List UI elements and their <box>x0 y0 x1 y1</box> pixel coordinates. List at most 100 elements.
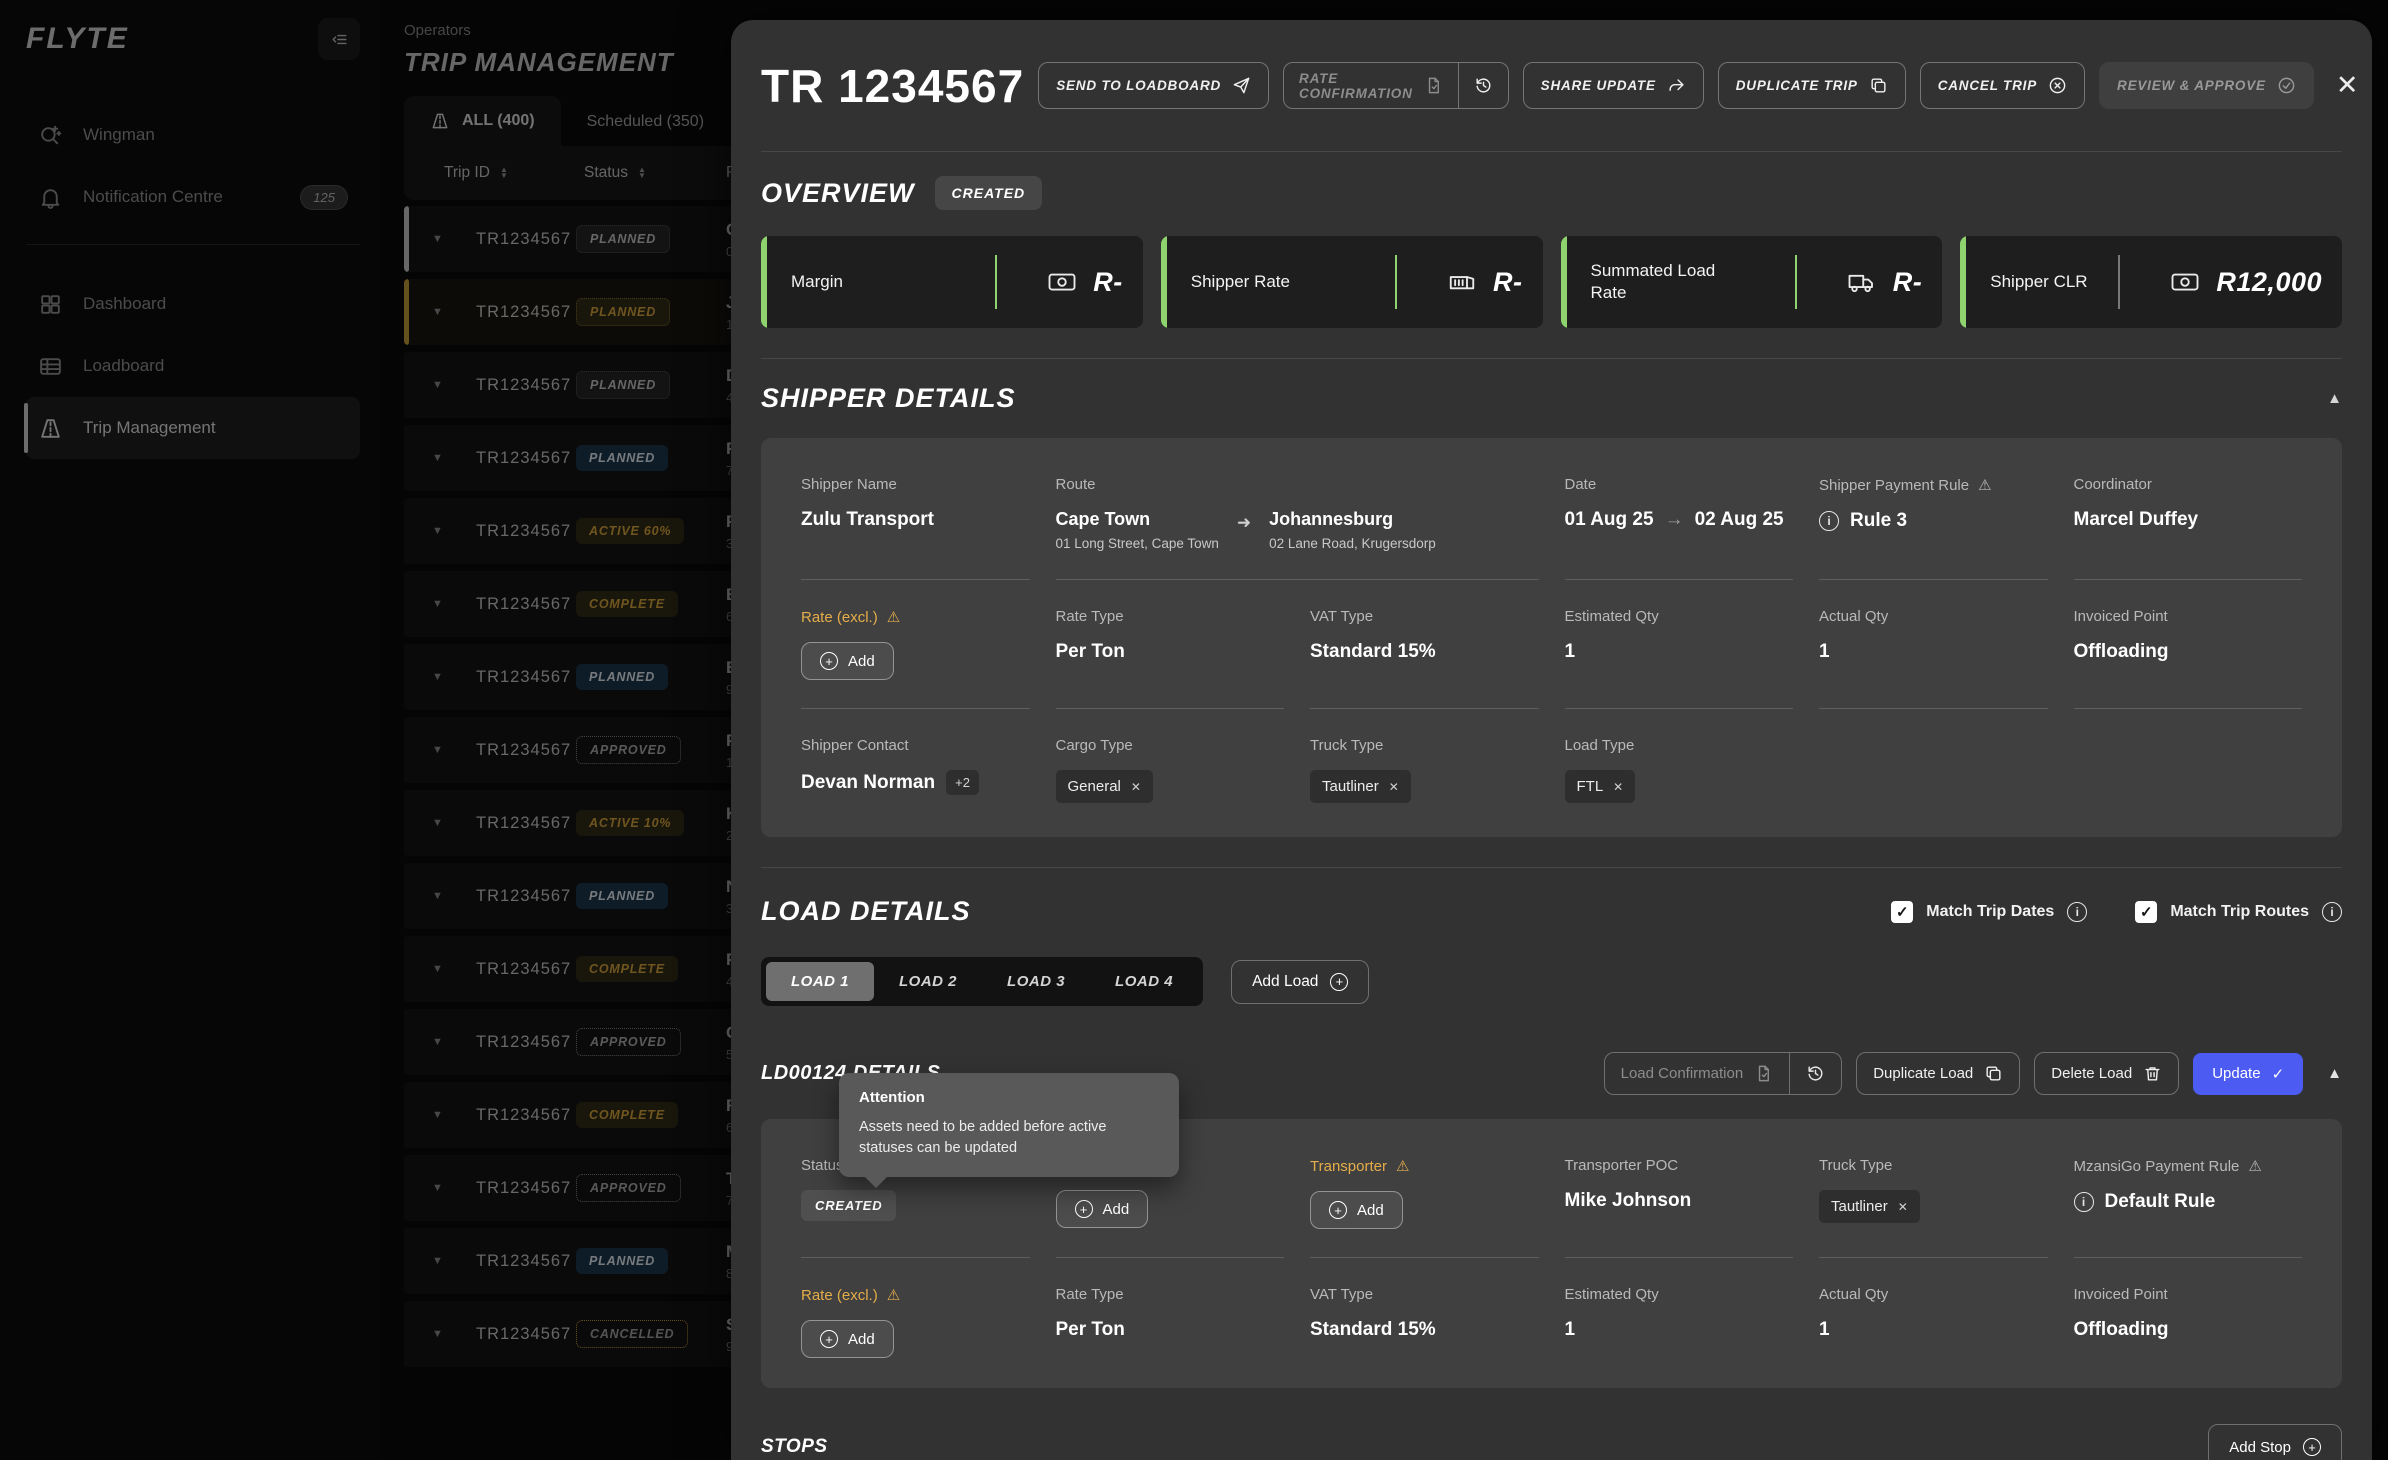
warning-icon: ⚠ <box>2248 1157 2261 1175</box>
collapse-section-icon[interactable]: ▲ <box>2327 390 2342 407</box>
field-route: Route Cape Town 01 Long Street, Cape Tow… <box>1056 476 1539 580</box>
info-icon[interactable]: i <box>2074 1192 2094 1212</box>
field-mzansigo-payment-rule: MzansiGo Payment Rule⚠ i Default Rule <box>2074 1157 2303 1258</box>
field-rate: Rate (excl.)⚠ +Add <box>801 608 1030 709</box>
rate-confirmation-button[interactable]: RATE CONFIRMATION <box>1284 63 1458 108</box>
cancel-trip-button[interactable]: CANCEL TRIP <box>1920 62 2085 109</box>
route-to-address: 02 Lane Road, Krugersdorp <box>1269 536 1436 551</box>
tab-load-4[interactable]: LOAD 4 <box>1090 962 1198 1001</box>
summated-load-rate-card: Summated Load Rate R- <box>1561 236 1943 328</box>
add-transporter-button[interactable]: +Add <box>1310 1191 1403 1229</box>
remove-chip-icon[interactable]: ✕ <box>1613 780 1623 794</box>
tab-load-1[interactable]: LOAD 1 <box>766 962 874 1001</box>
field-load-rate: Rate (excl.)⚠ +Add <box>801 1286 1030 1358</box>
info-icon[interactable]: i <box>2067 902 2087 922</box>
field-vat-type: VAT Type Standard 15% <box>1310 608 1539 709</box>
send-to-loadboard-button[interactable]: SEND TO LOADBOARD <box>1038 62 1269 109</box>
match-trip-routes-checkbox: ✓ Match Trip Routes i <box>2135 901 2342 923</box>
field-truck-type: Truck Type Tautliner✕ <box>1310 737 1539 807</box>
update-button[interactable]: Update ✓ <box>2193 1053 2303 1095</box>
shipper-clr-card: Shipper CLR R12,000 <box>1960 236 2342 328</box>
add-rate-button[interactable]: +Add <box>801 642 894 680</box>
load-confirmation-button[interactable]: Load Confirmation <box>1605 1053 1790 1094</box>
field-shipper-name: Shipper Name Zulu Transport <box>801 476 1030 580</box>
field-date: Date 01 Aug 25 → 02 Aug 25 <box>1565 476 1794 580</box>
field-load-actual-qty: Actual Qty 1 <box>1819 1286 2048 1358</box>
warning-icon: ⚠ <box>1978 476 1991 494</box>
field-load-type: Load Type FTL✕ <box>1565 737 1794 807</box>
plus-circle-icon: + <box>1329 1201 1347 1219</box>
load-type-chip: FTL✕ <box>1565 770 1636 803</box>
trip-detail-modal: TR 1234567 SEND TO LOADBOARD RATE CONFIR… <box>731 20 2372 1460</box>
add-stop-button[interactable]: Add Stop + <box>2208 1424 2342 1460</box>
share-update-button[interactable]: SHARE UPDATE <box>1523 62 1704 109</box>
info-icon[interactable]: i <box>1819 511 1839 531</box>
route-from-city: Cape Town <box>1056 509 1219 530</box>
field-load-vat-type: VAT Type Standard 15% <box>1310 1286 1539 1358</box>
field-coordinator: Coordinator Marcel Duffey <box>2074 476 2303 580</box>
overview-section: OVERVIEW CREATED Margin R- Shipper Rate … <box>761 152 2342 359</box>
more-contacts-chip[interactable]: +2 <box>946 770 979 795</box>
info-icon[interactable]: i <box>2322 902 2342 922</box>
review-approve-button[interactable]: REVIEW & APPROVE <box>2099 62 2314 109</box>
route-arrow-icon: ➜ <box>1237 513 1251 533</box>
history-icon <box>1474 76 1493 95</box>
stops-heading: STOPS <box>761 1436 828 1458</box>
shipper-rate-card: Shipper Rate R- <box>1161 236 1543 328</box>
margin-card: Margin R- <box>761 236 1143 328</box>
duplicate-load-button[interactable]: Duplicate Load <box>1856 1052 2020 1095</box>
truck-icon <box>1847 267 1877 297</box>
check-circle-icon <box>2277 76 2296 95</box>
field-rate-type: Rate Type Per Ton <box>1056 608 1285 709</box>
duplicate-trip-button[interactable]: DUPLICATE TRIP <box>1718 62 1906 109</box>
paper-plane-icon <box>1232 76 1251 95</box>
remove-chip-icon[interactable]: ✕ <box>1131 780 1141 794</box>
overview-heading: OVERVIEW <box>761 178 915 209</box>
shipper-details-heading: SHIPPER DETAILS <box>761 383 1016 414</box>
field-shipper-contact: Shipper Contact Devan Norman +2 <box>801 737 1030 807</box>
match-trip-dates-checkbox: ✓ Match Trip Dates i <box>1891 901 2087 923</box>
trip-title: TR 1234567 <box>761 59 1024 113</box>
load-confirmation-group: Load Confirmation <box>1604 1052 1843 1095</box>
plus-circle-icon: + <box>1075 1200 1093 1218</box>
check-icon: ✓ <box>2272 1065 2285 1083</box>
add-eta-button[interactable]: +Add <box>1056 1190 1149 1228</box>
banknote-icon <box>2170 267 2200 297</box>
warning-icon: ⚠ <box>1396 1157 1409 1175</box>
copy-icon <box>1984 1064 2003 1083</box>
add-load-button[interactable]: Add Load + <box>1231 960 1369 1004</box>
checkbox-checked-icon[interactable]: ✓ <box>1891 901 1913 923</box>
attention-tooltip: Attention Assets need to be added before… <box>839 1073 1179 1177</box>
document-icon <box>1424 76 1443 95</box>
date-to: 02 Aug 25 <box>1695 509 1784 531</box>
cargo-type-chip: General✕ <box>1056 770 1153 803</box>
collapse-load-icon[interactable]: ▲ <box>2327 1065 2342 1082</box>
close-icon[interactable]: ✕ <box>2336 70 2359 101</box>
rate-confirmation-group: RATE CONFIRMATION <box>1283 62 1509 109</box>
load-confirmation-history-button[interactable] <box>1789 1053 1841 1094</box>
delete-load-button[interactable]: Delete Load <box>2034 1052 2179 1095</box>
route-to-city: Johannesburg <box>1269 509 1436 530</box>
field-transporter-poc: Transporter POC Mike Johnson <box>1565 1157 1794 1258</box>
warning-icon: ⚠ <box>887 608 900 626</box>
shipper-details-card: Shipper Name Zulu Transport Route Cape T… <box>761 438 2342 837</box>
x-circle-icon <box>2048 76 2067 95</box>
truck-type-chip: Tautliner✕ <box>1310 770 1411 803</box>
rate-confirmation-history-button[interactable] <box>1458 63 1508 108</box>
add-rate-button[interactable]: +Add <box>801 1320 894 1358</box>
plus-circle-icon: + <box>2303 1438 2321 1456</box>
field-load-invoiced-point: Invoiced Point Offloading <box>2074 1286 2303 1358</box>
field-load-estimated-qty: Estimated Qty 1 <box>1565 1286 1794 1358</box>
arrow-right-icon: → <box>1665 509 1684 531</box>
remove-chip-icon[interactable]: ✕ <box>1898 1200 1908 1214</box>
warning-icon: ⚠ <box>887 1286 900 1304</box>
banknote-icon <box>1047 267 1077 297</box>
field-cargo-type: Cargo Type General✕ <box>1056 737 1285 807</box>
trip-status-badge: CREATED <box>935 176 1043 210</box>
document-icon <box>1754 1064 1773 1083</box>
remove-chip-icon[interactable]: ✕ <box>1389 780 1399 794</box>
tab-load-3[interactable]: LOAD 3 <box>982 962 1090 1001</box>
tab-load-2[interactable]: LOAD 2 <box>874 962 982 1001</box>
plus-circle-icon: + <box>1330 973 1348 991</box>
checkbox-checked-icon[interactable]: ✓ <box>2135 901 2157 923</box>
